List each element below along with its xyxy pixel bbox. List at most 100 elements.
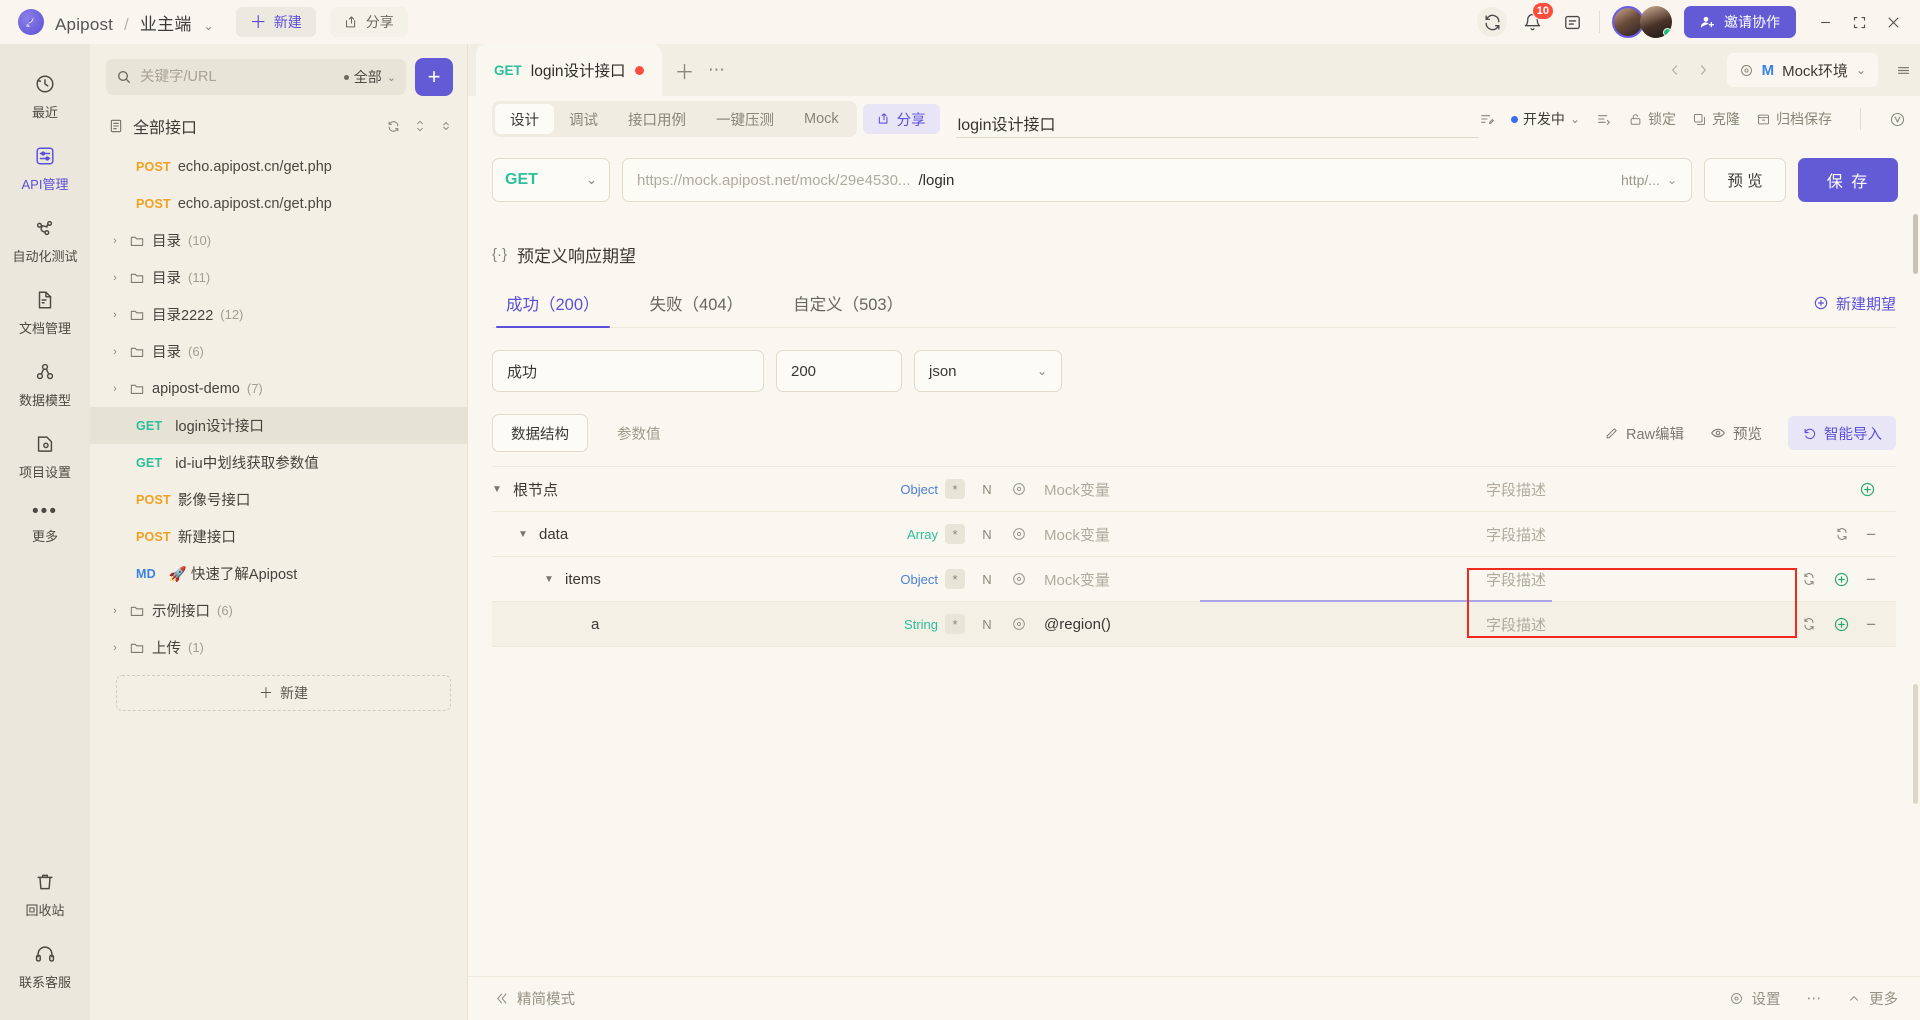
- sidebar-item-model[interactable]: 数据模型: [0, 348, 90, 420]
- sidebar-item-recent[interactable]: 最近: [0, 60, 90, 132]
- tab-cases[interactable]: 接口用例: [613, 104, 701, 134]
- chevron-right-icon[interactable]: ›: [108, 346, 122, 358]
- field-type[interactable]: String: [872, 617, 938, 632]
- field-settings-icon[interactable]: [1002, 571, 1036, 587]
- list-item-selected[interactable]: GET login设计接口: [90, 407, 467, 444]
- tab-mock[interactable]: Mock: [789, 104, 854, 134]
- tab-design[interactable]: 设计: [495, 104, 554, 134]
- tab-custom-503[interactable]: 自定义（503）: [783, 291, 913, 327]
- sidebar-item-settings[interactable]: 项目设置: [0, 420, 90, 492]
- caret-down-icon[interactable]: ▼: [544, 574, 556, 585]
- required-cell[interactable]: *: [938, 614, 972, 634]
- sync-icon[interactable]: [1477, 7, 1507, 37]
- table-row[interactable]: ▼ items Object * N Mock变量 字段描述 −: [492, 557, 1896, 602]
- required-toggle[interactable]: *: [945, 479, 965, 499]
- search-box[interactable]: 全部 ⌄: [106, 59, 406, 95]
- filter-all-dropdown[interactable]: 全部 ⌄: [336, 67, 396, 87]
- preview-structure-button[interactable]: 预览: [1710, 423, 1762, 444]
- caret-down-icon[interactable]: ▼: [492, 484, 504, 495]
- table-row[interactable]: a String * N @region() 字段描述 −: [492, 568, 1896, 647]
- desc-input[interactable]: 字段描述: [1486, 614, 1786, 635]
- vertical-scrollbar-track[interactable]: [1913, 684, 1918, 804]
- sidebar-item-more[interactable]: ••• 更多: [0, 492, 90, 556]
- add-api-button[interactable]: +: [415, 58, 453, 96]
- tab-fail-404[interactable]: 失败（404）: [640, 291, 754, 327]
- new-expectation-button[interactable]: 新建期望: [1813, 293, 1896, 326]
- expect-format-select[interactable]: json ⌄: [914, 350, 1062, 392]
- field-type[interactable]: Object: [872, 482, 938, 497]
- table-row[interactable]: ▼ 根节点 Object * N Mock变量 字段描述: [492, 467, 1896, 512]
- list-item[interactable]: › apipost-demo (7): [90, 370, 467, 407]
- table-row[interactable]: ▼ data Array * N Mock变量 字段描述 −: [492, 512, 1896, 557]
- required-cell[interactable]: *: [938, 524, 972, 544]
- smart-import-button[interactable]: 智能导入: [1788, 416, 1896, 450]
- notifications-icon[interactable]: 10: [1517, 2, 1554, 37]
- field-name-cell[interactable]: ▼ items: [492, 571, 872, 588]
- mock-input[interactable]: @region(): [1036, 616, 1486, 633]
- nullable-toggle[interactable]: N: [972, 482, 1002, 497]
- list-item[interactable]: MD 🚀 快速了解Apipost: [90, 555, 467, 592]
- nullable-toggle[interactable]: N: [972, 617, 1002, 632]
- api-share-button[interactable]: 分享: [862, 104, 940, 134]
- tab-data-structure[interactable]: 数据结构: [492, 414, 588, 452]
- search-input[interactable]: [140, 69, 328, 85]
- field-settings-icon[interactable]: [1002, 616, 1036, 632]
- list-item[interactable]: POST 影像号接口: [90, 481, 467, 518]
- tab-prev-icon[interactable]: [1661, 56, 1689, 84]
- save-button[interactable]: 保 存: [1798, 158, 1898, 202]
- chevron-right-icon[interactable]: ›: [108, 383, 122, 395]
- share-button[interactable]: 分享: [329, 7, 408, 37]
- mock-input[interactable]: Mock变量: [1036, 524, 1486, 545]
- chevron-down-icon[interactable]: ⌄: [203, 19, 213, 33]
- list-item[interactable]: › 示例接口 (6): [90, 592, 467, 629]
- minimize-icon[interactable]: [1810, 7, 1840, 37]
- list-item[interactable]: › 目录 (6): [90, 333, 467, 370]
- chevron-right-icon[interactable]: ›: [108, 309, 122, 321]
- caret-down-icon[interactable]: ▼: [518, 529, 530, 540]
- list-item[interactable]: POST echo.apipost.cn/get.php: [90, 148, 467, 185]
- list-item[interactable]: › 目录 (10): [90, 222, 467, 259]
- chevron-right-icon[interactable]: ›: [108, 642, 122, 654]
- invite-collab-button[interactable]: 邀请协作: [1684, 6, 1796, 38]
- field-name-cell[interactable]: ▼ 根节点: [492, 479, 872, 500]
- field-name-cell[interactable]: a: [492, 616, 872, 633]
- add-field-icon[interactable]: [1859, 481, 1876, 498]
- required-toggle[interactable]: *: [945, 524, 965, 544]
- list-item[interactable]: › 目录2222 (12): [90, 296, 467, 333]
- environment-dropdown[interactable]: M Mock环境 ⌄: [1726, 53, 1878, 87]
- avatar[interactable]: [1640, 6, 1672, 38]
- required-toggle[interactable]: *: [945, 569, 965, 589]
- footer-more-dots-icon[interactable]: ⋯: [1807, 991, 1822, 1007]
- new-tab-button[interactable]: ＋: [668, 53, 702, 87]
- assign-icon[interactable]: [1596, 111, 1612, 127]
- nullable-toggle[interactable]: N: [972, 572, 1002, 587]
- list-item[interactable]: POST echo.apipost.cn/get.php: [90, 185, 467, 222]
- tab-stress[interactable]: 一键压测: [701, 104, 789, 134]
- tab-success-200[interactable]: 成功（200）: [496, 291, 610, 328]
- expect-code-input[interactable]: 200: [776, 350, 902, 392]
- tab-more-icon[interactable]: ⋯: [702, 60, 732, 80]
- status-badge[interactable]: 开发中 ⌄: [1510, 109, 1580, 129]
- preview-button[interactable]: 预 览: [1704, 158, 1786, 202]
- tab-next-icon[interactable]: [1689, 56, 1717, 84]
- copy-field-icon[interactable]: [1801, 571, 1817, 587]
- tab-param-value[interactable]: 参数值: [598, 414, 680, 452]
- project-name[interactable]: 业主端: [140, 15, 192, 34]
- chevron-right-icon[interactable]: ›: [108, 272, 122, 284]
- sidebar-item-support[interactable]: 联系客服: [0, 930, 90, 1002]
- chevron-right-icon[interactable]: ›: [108, 605, 122, 617]
- list-item[interactable]: GET id-iu中划线获取参数值: [90, 444, 467, 481]
- mock-input[interactable]: Mock变量: [1036, 569, 1486, 590]
- list-item[interactable]: › 上传 (1): [90, 629, 467, 666]
- nullable-toggle[interactable]: N: [972, 527, 1002, 542]
- sort-icon[interactable]: [439, 119, 453, 133]
- list-item[interactable]: › 目录 (11): [90, 259, 467, 296]
- http-method-select[interactable]: GET ⌄: [492, 158, 610, 202]
- add-field-icon[interactable]: [1833, 571, 1850, 588]
- copy-field-icon[interactable]: [1834, 526, 1850, 542]
- collapse-icon[interactable]: [413, 119, 427, 133]
- maximize-icon[interactable]: [1844, 7, 1874, 37]
- env-list-icon[interactable]: [1886, 53, 1920, 87]
- required-toggle[interactable]: *: [945, 614, 965, 634]
- lock-button[interactable]: 锁定: [1628, 109, 1676, 129]
